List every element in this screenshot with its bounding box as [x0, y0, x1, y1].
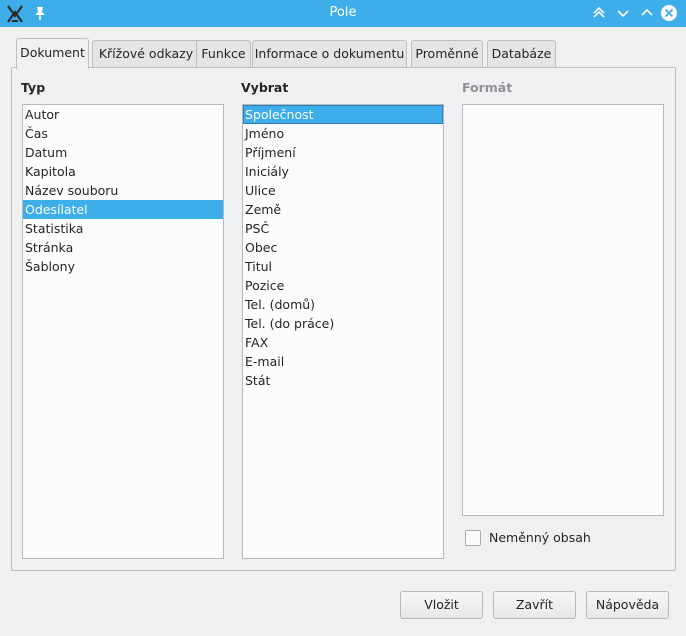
typ-list-item[interactable]: Kapitola	[23, 162, 223, 181]
vybrat-list-item[interactable]: Stát	[243, 371, 443, 390]
vybrat-list-item[interactable]: Společnost	[243, 105, 443, 124]
title-bar: Pole	[0, 0, 686, 27]
fixed-content-label: Neměnný obsah	[489, 530, 591, 545]
format-list[interactable]	[462, 104, 664, 516]
window-title: Pole	[329, 5, 357, 20]
help-button[interactable]: Nápověda	[586, 591, 669, 619]
close-icon[interactable]	[660, 4, 678, 22]
close-button[interactable]: Zavřít	[493, 591, 576, 619]
vybrat-list-item[interactable]: FAX	[243, 333, 443, 352]
typ-list-item[interactable]: Odesílatel	[23, 200, 223, 219]
tab-krizove-odkazy[interactable]: Křížové odkazy	[92, 40, 200, 67]
vybrat-list-item[interactable]: Příjmení	[243, 143, 443, 162]
tab-databaze[interactable]: Databáze	[487, 40, 556, 67]
typ-list[interactable]: Autor Čas Datum Kapitola Název souboru Odesíl…	[22, 104, 224, 559]
keep-above-icon[interactable]	[590, 4, 608, 22]
typ-list-item[interactable]: Datum	[23, 143, 223, 162]
vybrat-list-item[interactable]: PSČ	[243, 219, 443, 238]
tab-dokument[interactable]: Dokument	[16, 38, 89, 69]
tab-promenne[interactable]: Proměnné	[411, 40, 483, 67]
vybrat-list-item[interactable]: Pozice	[243, 276, 443, 295]
vybrat-list-item[interactable]: Země	[243, 200, 443, 219]
typ-list-item[interactable]: Statistika	[23, 219, 223, 238]
typ-list-item[interactable]: Čas	[23, 124, 223, 143]
vybrat-list-item[interactable]: Jméno	[243, 124, 443, 143]
format-label: Formát	[462, 80, 513, 95]
tab-informace-o-dokumentu[interactable]: Informace o dokumentu	[252, 40, 407, 67]
typ-list-item[interactable]: Autor	[23, 105, 223, 124]
vybrat-list-item[interactable]: Ulice	[243, 181, 443, 200]
typ-list-item[interactable]: Stránka	[23, 238, 223, 257]
tab-funkce[interactable]: Funkce	[196, 40, 251, 67]
vybrat-list-item[interactable]: Iniciály	[243, 162, 443, 181]
typ-list-item[interactable]: Název souboru	[23, 181, 223, 200]
vybrat-list-item[interactable]: Tel. (domů)	[243, 295, 443, 314]
maximize-icon[interactable]	[638, 4, 656, 22]
typ-label: Typ	[21, 80, 46, 95]
fixed-content-checkbox[interactable]	[465, 530, 481, 546]
vybrat-list-item[interactable]: Titul	[243, 257, 443, 276]
typ-list-item[interactable]: Šablony	[23, 257, 223, 276]
vybrat-list-item[interactable]: Obec	[243, 238, 443, 257]
insert-button[interactable]: Vložit	[400, 591, 483, 619]
vybrat-list-item[interactable]: E-mail	[243, 352, 443, 371]
minimize-icon[interactable]	[614, 4, 632, 22]
vybrat-list[interactable]: Společnost Jméno Příjmení Iniciály Ulice Země…	[242, 104, 444, 559]
vybrat-list-item[interactable]: Tel. (do práce)	[243, 314, 443, 333]
vybrat-label: Vybrat	[241, 80, 289, 95]
